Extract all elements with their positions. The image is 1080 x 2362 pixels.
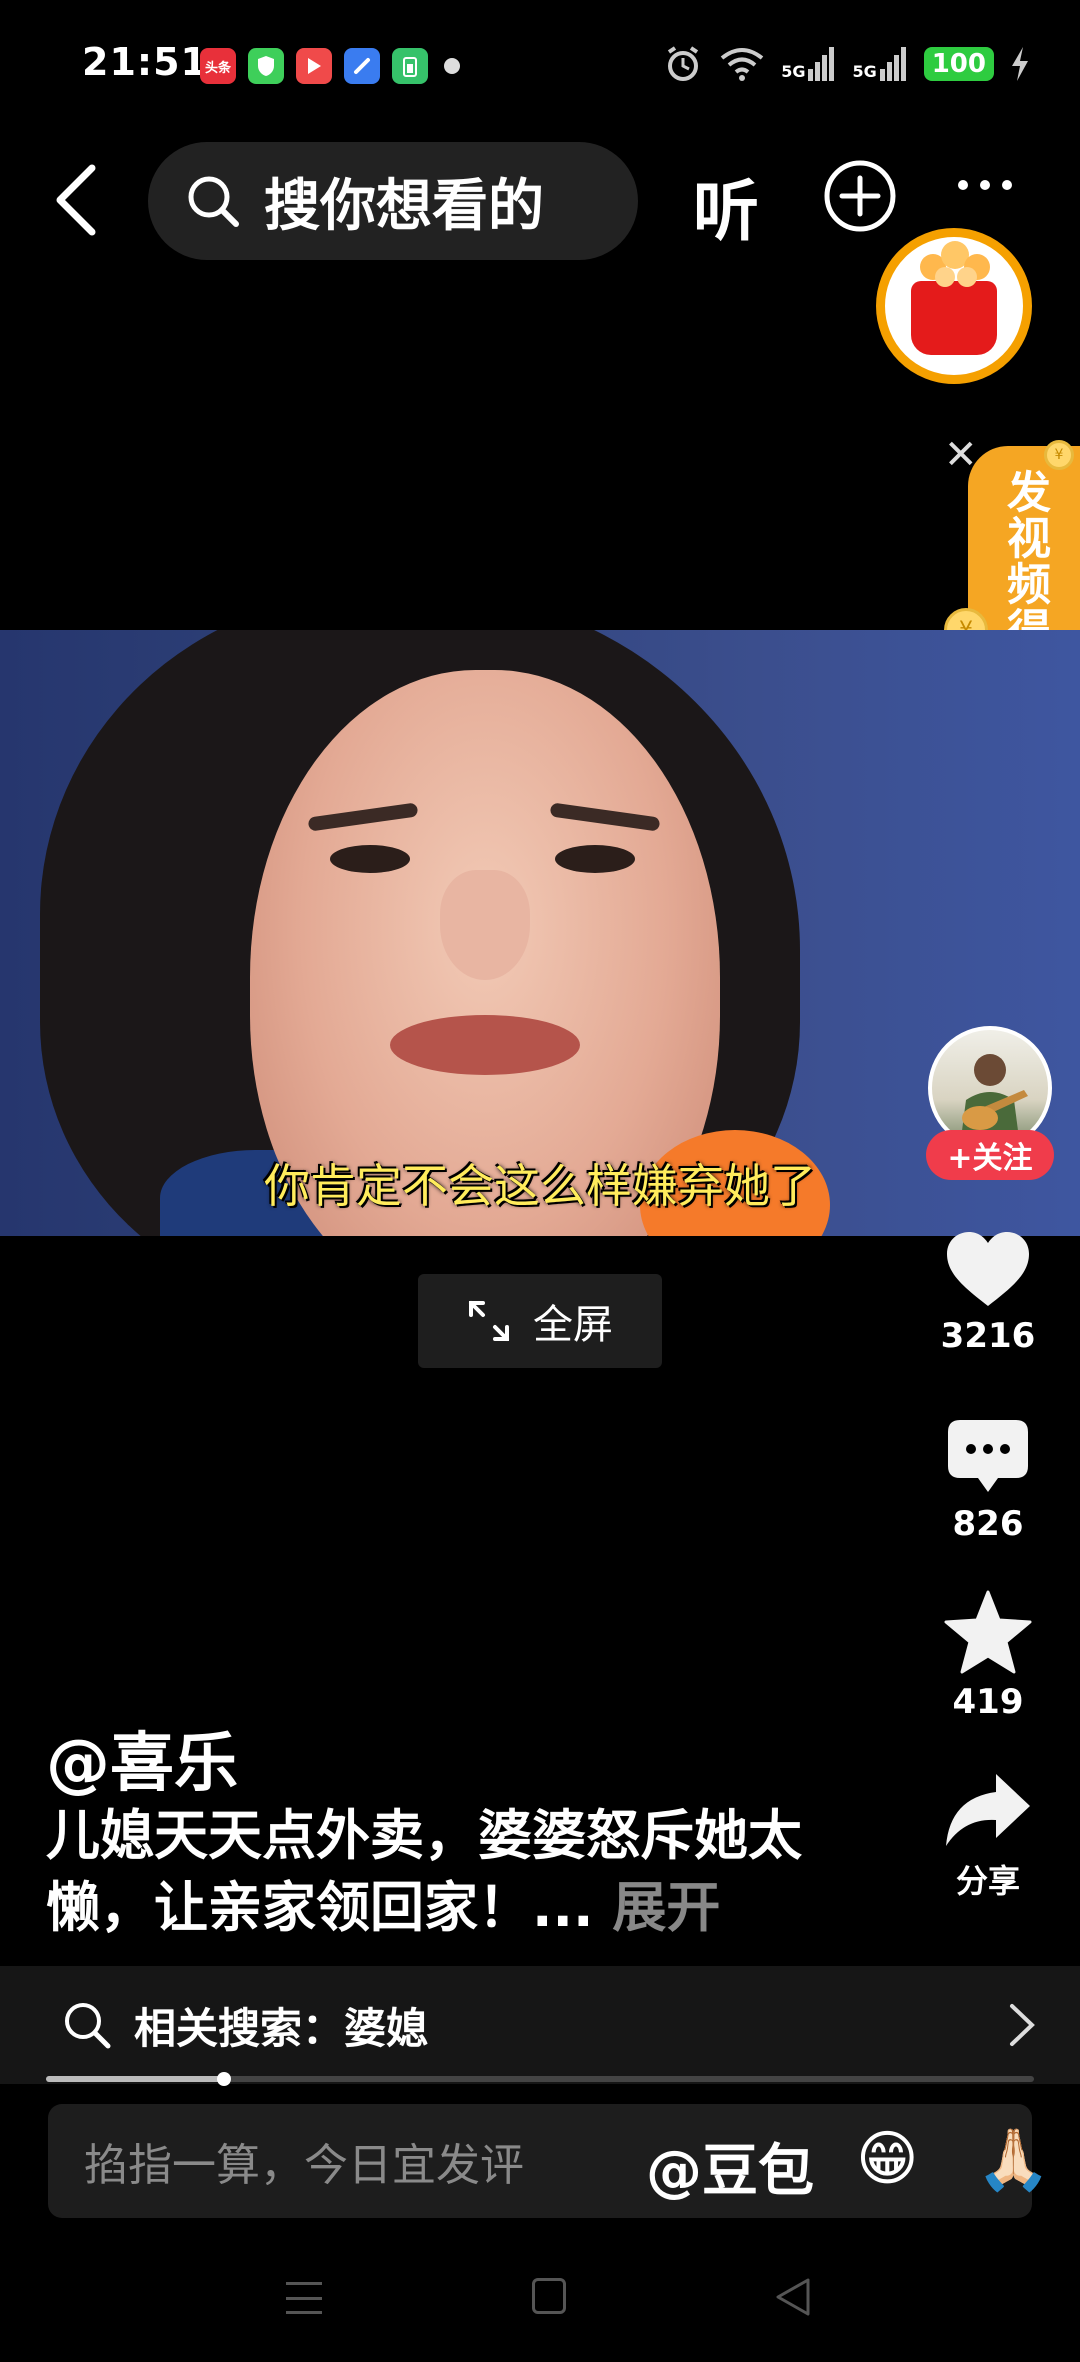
star-icon [944,1590,1032,1674]
related-search-label: 相关搜索：婆媳 [134,2003,429,2053]
expand-button[interactable]: 展开 [612,1876,720,1939]
more-notifications-dot [444,58,460,74]
search-placeholder: 搜你想看的 [264,173,544,239]
video-frame-eye [330,845,410,873]
progress-fill [46,2076,224,2082]
follow-button[interactable]: +关注 [926,1130,1054,1180]
dot [980,180,990,190]
more-options-button[interactable] [958,180,1012,190]
playback-progress-bar[interactable] [46,2072,1034,2086]
battery-app-icon [392,48,428,84]
plus-circle-icon [824,160,896,232]
browser-app-icon [344,48,380,84]
favorite-button[interactable]: 419 [938,1590,1038,1722]
video-frame-eye [555,845,635,873]
progress-knob[interactable] [216,2072,231,2086]
menu-line [286,2282,322,2285]
video-app-icon [296,48,332,84]
wifi-icon [720,48,764,81]
pray-emoji-button[interactable]: 🙏🏻 [976,2124,1051,2195]
dot [1002,180,1012,190]
toutiao-app-icon: 头条 [200,48,236,84]
comment-button[interactable]: 826 [938,1418,1038,1544]
grin-emoji-button[interactable]: 😁 [856,2124,919,2194]
coins-icon [920,241,990,287]
menu-line [286,2296,322,2300]
signal-1: 5G [781,47,836,81]
comment-input[interactable]: 掐指一算，今日宜发评 @豆包 😁 🙏🏻 [48,2104,1051,2218]
favorite-count: 419 [952,1682,1024,1722]
signal-bars-icon [808,47,835,81]
security-app-icon [248,48,284,84]
signal-2: 5G [852,47,907,81]
status-time: 21:51 [82,40,208,84]
search-icon [65,2003,111,2049]
listen-button[interactable]: 听 [693,158,759,254]
back-button[interactable] [50,160,110,240]
video-player[interactable]: 你肯定不会这么样嫌弃她了 [0,630,1080,1236]
comment-count: 826 [952,1504,1024,1544]
share-arrow-icon [946,1774,1030,1846]
video-frame-brow [307,802,419,832]
nav-home-button[interactable] [532,2278,566,2314]
alarm-icon [668,46,699,81]
coin-icon: ¥ [1044,440,1074,470]
video-description: 儿媳天天点外卖，婆婆怒斥她太懒，让亲家领回家！... 展开 [46,1800,806,1944]
red-packet-icon [911,241,997,355]
status-app-icons: 头条 [200,48,460,84]
add-button[interactable] [822,158,898,234]
battery-indicator: 100 [923,47,994,81]
comment-placeholder: 掐指一算，今日宜发评 [84,2140,524,2191]
fullscreen-label: 全屏 [533,1302,613,1348]
nav-back-button[interactable] [772,2276,812,2318]
expand-icon [469,1301,509,1341]
search-input[interactable]: 搜你想看的 [148,142,638,260]
heart-icon [947,1232,1029,1306]
signal-bars-icon [879,47,906,81]
dot [958,180,968,190]
status-bar: 21:51 头条 5G 5G 100 [0,0,1080,130]
nav-menu-button[interactable] [286,2282,322,2314]
video-frame-brow [549,802,661,832]
fullscreen-button[interactable]: 全屏 [418,1274,662,1368]
mention-button[interactable]: @豆包 [646,2126,814,2207]
avatar-image [960,1054,1028,1146]
search-icon [188,176,239,227]
related-search-bar[interactable]: 相关搜索：婆媳 [0,1966,1080,2084]
chevron-right-icon [1010,2004,1035,2046]
video-frame-nose [440,870,530,980]
comment-icon [948,1420,1028,1492]
author-name[interactable]: @喜乐 [46,1712,238,1804]
like-count: 3216 [940,1316,1036,1356]
red-packet-widget[interactable] [876,228,1032,384]
share-button[interactable]: 分享 [938,1772,1038,1902]
status-indicators: 5G 5G 100 [663,44,1030,84]
share-label: 分享 [955,1862,1020,1900]
video-subtitle: 你肯定不会这么样嫌弃她了 [264,1159,816,1213]
menu-line [286,2311,322,2314]
chevron-left-icon [56,164,96,236]
video-frame-lips [390,1015,580,1075]
like-button[interactable]: 3216 [938,1230,1038,1356]
charging-icon [1012,47,1028,81]
